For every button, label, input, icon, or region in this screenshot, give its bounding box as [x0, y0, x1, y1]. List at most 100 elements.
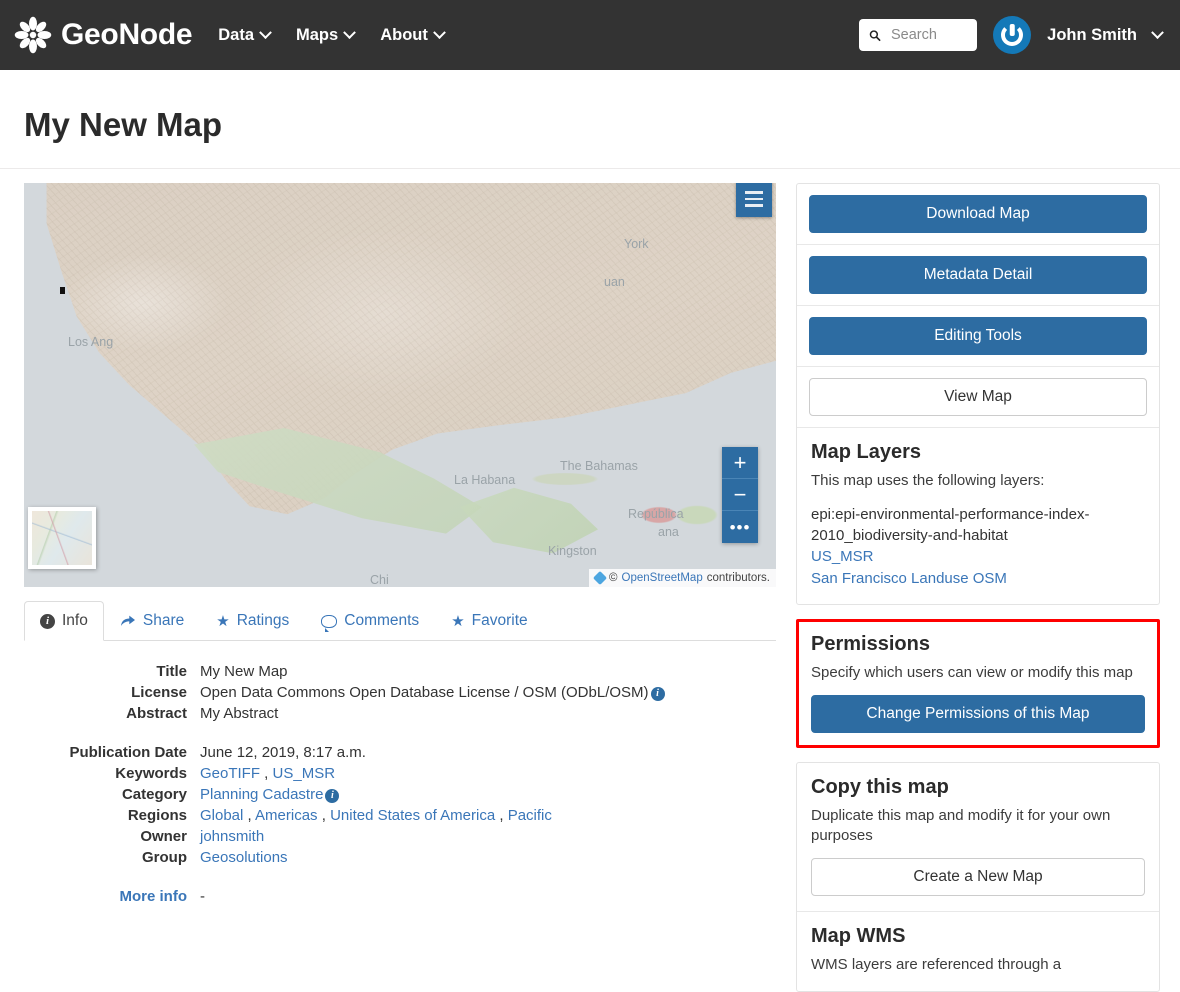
left-column: York uan Los Ang La Habana The Bahamas R… — [16, 169, 776, 992]
detail-tabs: i Info Share ★ Ratings Comments ★ Favori… — [24, 601, 776, 641]
metadata-row-publication-date: Publication Date June 12, 2019, 8:17 a.m… — [24, 744, 764, 761]
overview-minimap-image — [32, 511, 92, 565]
layer-item-us-msr[interactable]: US_MSR — [811, 546, 1145, 567]
category-info-icon[interactable]: i — [325, 788, 340, 803]
region-link-united-states-of-america[interactable]: United States of America — [330, 807, 495, 824]
map-wms-description: WMS layers are referenced through a — [811, 955, 1062, 973]
sidebar-panel-group: Download Map Metadata Detail Editing Too… — [796, 183, 1160, 605]
chevron-down-icon — [432, 25, 446, 39]
download-map-button[interactable]: Download Map — [809, 195, 1147, 233]
region-link-pacific[interactable]: Pacific — [508, 807, 552, 824]
metadata-value-title: My New Map — [200, 663, 288, 680]
metadata-value-license: Open Data Commons Open Database License … — [200, 684, 665, 701]
tab-info[interactable]: i Info — [24, 601, 104, 641]
page-title: My New Map — [24, 106, 223, 143]
metadata-value-publication-date: June 12, 2019, 8:17 a.m. — [200, 744, 366, 761]
metadata-row-more-info: More info - — [24, 888, 764, 905]
user-menu-chevron-down-icon[interactable] — [1151, 25, 1164, 39]
metadata-key-group: Group — [142, 849, 187, 866]
license-info-icon[interactable]: i — [650, 686, 665, 701]
search-icon — [869, 29, 881, 41]
map-more-options-button[interactable]: ••• — [722, 511, 758, 543]
permissions-description: Specify which users can view or modify t… — [811, 663, 1133, 681]
editing-tools-button[interactable]: Editing Tools — [809, 317, 1147, 355]
keyword-link-geotiff[interactable]: GeoTIFF — [200, 765, 260, 782]
metadata-row-group: Group Geosolutions — [24, 849, 764, 866]
tab-ratings[interactable]: ★ Ratings — [200, 601, 305, 641]
map-label-ana: ana — [658, 525, 679, 539]
view-map-button[interactable]: View Map — [809, 378, 1147, 416]
group-link[interactable]: Geosolutions — [200, 849, 288, 866]
map-hamburger-menu-icon[interactable] — [736, 183, 772, 217]
map-marker — [60, 287, 65, 294]
map-label-uan: uan — [604, 275, 625, 289]
main-nav: Data Maps About — [218, 25, 446, 45]
nav-item-maps[interactable]: Maps — [296, 25, 357, 45]
download-map-row: Download Map — [797, 184, 1159, 245]
metadata-detail-button[interactable]: Metadata Detail — [809, 256, 1147, 294]
hamburger-bar — [745, 197, 763, 201]
tab-share-label: Share — [142, 612, 185, 629]
metadata-key-owner: Owner — [140, 828, 187, 845]
metadata-key-title: Title — [156, 663, 187, 680]
permissions-panel-highlight: Permissions Specify which users can view… — [796, 618, 1160, 748]
metadata-key-abstract: Abstract — [126, 705, 187, 722]
map-layers-intro: This map uses the following layers: — [811, 472, 1045, 489]
sidebar-panel-group-bottom: Copy this map Duplicate this map and mod… — [796, 761, 1160, 992]
more-info-toggle[interactable]: More info — [24, 888, 200, 905]
metadata-row-keywords: Keywords GeoTIFF , US_MSR — [24, 765, 764, 782]
search-input[interactable] — [888, 26, 968, 44]
metadata-key-regions: Regions — [127, 807, 187, 824]
tab-comments-label: Comments — [344, 612, 420, 629]
nav-item-maps-label: Maps — [296, 25, 339, 44]
region-separator: , — [243, 807, 256, 824]
change-permissions-button[interactable]: Change Permissions of this Map — [811, 694, 1145, 733]
nav-item-about[interactable]: About — [380, 25, 446, 45]
metadata-row-title: Title My New Map — [24, 663, 764, 680]
region-link-global[interactable]: Global — [200, 807, 243, 824]
metadata-key-publication-date: Publication Date — [69, 744, 187, 761]
geonode-flower-logo-icon — [14, 16, 52, 54]
tab-favorite[interactable]: ★ Favorite — [435, 601, 543, 641]
owner-link[interactable]: johnsmith — [200, 828, 264, 845]
region-link-americas[interactable]: Americas — [255, 807, 318, 824]
map-label-la-habana: La Habana — [454, 473, 516, 487]
tab-info-label: Info — [62, 612, 88, 629]
map-label-chi: Chi — [370, 573, 389, 587]
create-new-map-button[interactable]: Create a New Map — [811, 857, 1145, 896]
tab-share[interactable]: Share — [104, 601, 200, 641]
metadata-value-owner: johnsmith — [200, 828, 264, 845]
share-arrow-icon — [120, 615, 135, 626]
metadata-value-group: Geosolutions — [200, 849, 288, 866]
layer-item-san-francisco-landuse-osm[interactable]: San Francisco Landuse OSM — [811, 568, 1145, 589]
copy-map-section: Copy this map Duplicate this map and mod… — [797, 763, 1159, 912]
tab-comments[interactable]: Comments — [305, 601, 435, 641]
brand-home-link[interactable]: GeoNode — [14, 16, 193, 54]
zoom-out-button[interactable]: − — [722, 479, 758, 511]
map-preview[interactable]: York uan Los Ang La Habana The Bahamas R… — [24, 183, 776, 587]
right-sidebar: Download Map Metadata Detail Editing Too… — [796, 169, 1160, 992]
openstreetmap-link[interactable]: OpenStreetMap — [622, 572, 703, 584]
nav-item-data[interactable]: Data — [218, 25, 272, 45]
navbar-right: John Smith — [859, 16, 1164, 54]
category-link[interactable]: Planning Cadastre — [200, 786, 323, 803]
metadata-key-category: Category — [121, 786, 187, 803]
keyword-separator: , — [260, 765, 273, 782]
overview-minimap-icon[interactable] — [28, 507, 96, 569]
map-layers-list: epi:epi-environmental-performance-index-… — [811, 504, 1145, 589]
editing-tools-row: Editing Tools — [797, 306, 1159, 367]
metadata-value-category: Planning Cadastre i — [200, 786, 340, 803]
attribution-suffix: contributors. — [706, 572, 770, 584]
brand-name: GeoNode — [61, 18, 193, 51]
username-label: John Smith — [1047, 25, 1137, 44]
map-wms-section: Map WMS WMS layers are referenced throug… — [797, 912, 1159, 991]
metadata-value-more-info: - — [200, 888, 205, 905]
metadata-key-keywords: Keywords — [115, 765, 187, 782]
keyword-link-us-msr[interactable]: US_MSR — [273, 765, 336, 782]
search-box[interactable] — [859, 19, 978, 51]
zoom-in-button[interactable]: + — [722, 447, 758, 479]
nav-item-data-label: Data — [218, 25, 255, 44]
map-zoom-controls: + − ••• — [722, 447, 758, 543]
avatar[interactable] — [993, 16, 1032, 54]
map-attribution: © OpenStreetMap contributors. — [589, 569, 776, 587]
